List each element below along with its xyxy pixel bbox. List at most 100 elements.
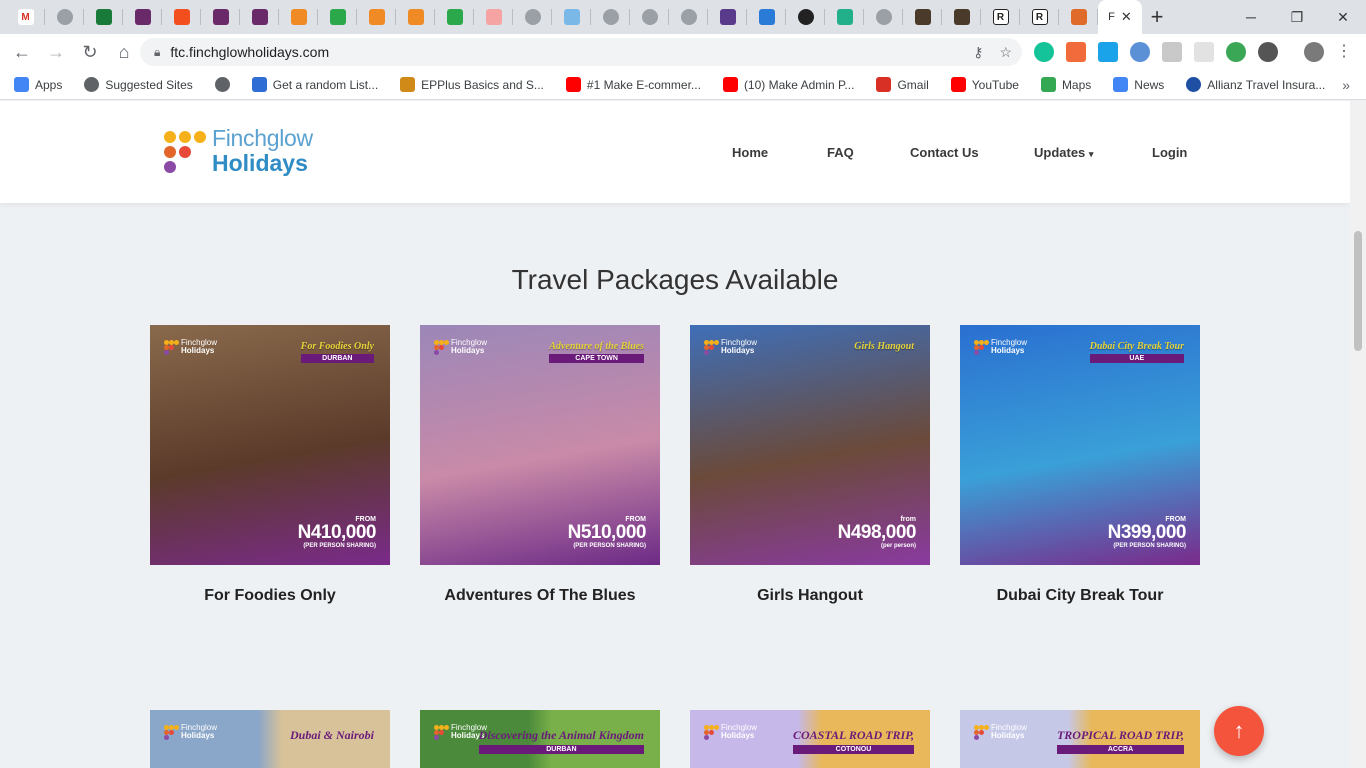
new-tab-button[interactable]: + <box>1142 0 1172 34</box>
tab[interactable] <box>942 0 981 34</box>
tab[interactable]: R <box>981 0 1020 34</box>
package-card[interactable]: Finchglow Holidays Discovering the Animal … <box>420 710 660 768</box>
bookmark-item[interactable]: #1 Make E-commer... <box>565 77 701 92</box>
minimize-icon[interactable]: ─ <box>1228 0 1274 34</box>
key-icon[interactable]: ⚷ <box>973 44 983 61</box>
grammarly-icon[interactable] <box>1034 42 1054 62</box>
recycle-icon[interactable] <box>1226 42 1246 62</box>
nav-faq[interactable]: FAQ <box>827 145 854 160</box>
close-window-icon[interactable]: ✕ <box>1320 0 1366 34</box>
address-bar[interactable]: 🔒︎ ftc.finchglowholidays.com ⚷ ☆ <box>140 38 1022 66</box>
tab[interactable] <box>474 0 513 34</box>
package-card[interactable]: Finchglow Holidays For Foodies Only DURBAN F… <box>150 325 390 604</box>
nav-updates[interactable]: Updates ▾ <box>1034 145 1093 160</box>
star-icon[interactable]: ☆ <box>999 44 1012 61</box>
bookmark-label: (10) Make Admin P... <box>743 77 855 92</box>
bookmark-item[interactable] <box>214 77 230 92</box>
tab[interactable] <box>240 0 279 34</box>
package-image[interactable]: Finchglow Holidays Discovering the Animal … <box>420 710 660 768</box>
home-icon[interactable]: ⌂ <box>108 36 140 68</box>
tab[interactable] <box>45 0 84 34</box>
package-title[interactable]: Girls Hangout <box>690 587 930 605</box>
browser-toolbar: ← → ↻ ⌂ 🔒︎ ftc.finchglowholidays.com ⚷ ☆… <box>0 34 1366 70</box>
bookmark-item[interactable]: Get a random List... <box>251 77 378 92</box>
bookmark-item[interactable]: Suggested Sites <box>84 77 193 92</box>
package-card[interactable]: Finchglow Holidays TROPICAL ROAD TRIP, ACCR… <box>960 710 1200 768</box>
tab[interactable] <box>630 0 669 34</box>
package-title[interactable]: For Foodies Only <box>150 587 390 605</box>
nav-login[interactable]: Login <box>1152 145 1187 160</box>
bookmark-item[interactable]: YouTube <box>950 77 1019 92</box>
package-image[interactable]: Finchglow Holidays Dubai & Nairobi <box>150 710 390 768</box>
tab[interactable] <box>591 0 630 34</box>
tab[interactable]: M <box>6 0 45 34</box>
tab[interactable] <box>357 0 396 34</box>
tab[interactable] <box>708 0 747 34</box>
active-tab[interactable]: F ✕ <box>1098 0 1142 34</box>
tab[interactable] <box>669 0 708 34</box>
package-image[interactable]: Finchglow Holidays Girls Hangout from N498,0… <box>690 325 930 565</box>
package-price: from N498,000 (per person) <box>837 516 917 549</box>
tab[interactable] <box>279 0 318 34</box>
tab[interactable] <box>786 0 825 34</box>
tab[interactable] <box>162 0 201 34</box>
package-image[interactable]: Finchglow Holidays Adventure of the Blues C… <box>420 325 660 565</box>
tab[interactable] <box>123 0 162 34</box>
package-title[interactable]: Adventures Of The Blues <box>420 587 660 605</box>
tab[interactable] <box>318 0 357 34</box>
package-card[interactable]: Finchglow Holidays Adventure of the Blues C… <box>420 325 660 604</box>
site-logo[interactable]: Finchglow Holidays <box>164 127 313 175</box>
tab[interactable] <box>84 0 123 34</box>
bookmark-item[interactable]: Gmail <box>876 77 929 92</box>
circle-extension-icon[interactable] <box>1258 42 1278 62</box>
forward-icon[interactable]: → <box>40 36 72 68</box>
tab[interactable] <box>201 0 240 34</box>
tab[interactable] <box>903 0 942 34</box>
avatar[interactable] <box>1304 42 1324 62</box>
restore-icon[interactable]: ❐ <box>1274 0 1320 34</box>
tab[interactable] <box>435 0 474 34</box>
bookmark-item[interactable]: Allianz Travel Insura... <box>1186 77 1325 92</box>
reload-icon[interactable]: ↻ <box>74 36 106 68</box>
package-image[interactable]: Finchglow Holidays COASTAL ROAD TRIP, COTON… <box>690 710 930 768</box>
package-card[interactable]: Finchglow Holidays Dubai City Break Tour UA… <box>960 325 1200 604</box>
scroll-thumb[interactable] <box>1354 231 1362 351</box>
tab[interactable] <box>864 0 903 34</box>
bookmark-item[interactable]: News <box>1113 77 1164 92</box>
package-title[interactable]: Dubai City Break Tour <box>960 587 1200 605</box>
package-card[interactable]: Finchglow Holidays Dubai & Nairobi <box>150 710 390 768</box>
fox-icon <box>1070 9 1087 25</box>
maps-icon <box>1040 77 1056 92</box>
office-icon[interactable] <box>1066 42 1086 62</box>
package-image[interactable]: Finchglow Holidays For Foodies Only DURBAN F… <box>150 325 390 565</box>
page-scrollbar[interactable] <box>1350 101 1366 768</box>
package-image[interactable]: Finchglow Holidays Dubai City Break Tour UA… <box>960 325 1200 565</box>
extension-icon[interactable] <box>1130 42 1150 62</box>
scroll-to-top-button[interactable]: ↑ <box>1214 706 1264 756</box>
tab[interactable] <box>396 0 435 34</box>
blank-extension-icon[interactable] <box>1194 42 1214 62</box>
bookmark-item[interactable]: Maps <box>1040 77 1091 92</box>
menu-dots-icon[interactable]: ⋮ <box>1336 42 1352 62</box>
tab[interactable] <box>1059 0 1098 34</box>
tree-icon[interactable] <box>1162 42 1182 62</box>
package-card[interactable]: Finchglow Holidays Girls Hangout from N498,0… <box>690 325 930 604</box>
package-card[interactable]: Finchglow Holidays COASTAL ROAD TRIP, COTON… <box>690 710 930 768</box>
bookmark-item[interactable]: (10) Make Admin P... <box>722 77 855 92</box>
tab[interactable] <box>825 0 864 34</box>
bookmark-item[interactable]: Apps <box>14 77 62 92</box>
package-image[interactable]: Finchglow Holidays TROPICAL ROAD TRIP, ACCR… <box>960 710 1200 768</box>
tab[interactable] <box>513 0 552 34</box>
tab[interactable]: R <box>1020 0 1059 34</box>
bookmark-label: YouTube <box>971 77 1019 92</box>
tab[interactable] <box>552 0 591 34</box>
translate-icon[interactable] <box>1098 42 1118 62</box>
bookmark-item[interactable]: EPPlus Basics and S... <box>400 77 544 92</box>
back-icon[interactable]: ← <box>6 36 38 68</box>
close-tab-icon[interactable]: ✕ <box>1121 9 1132 25</box>
nav-home[interactable]: Home <box>732 145 768 160</box>
tab[interactable] <box>747 0 786 34</box>
lock-icon[interactable]: 🔒︎ <box>154 45 160 60</box>
nav-contact-us[interactable]: Contact Us <box>910 145 979 160</box>
more-bookmarks-icon[interactable]: » <box>1342 77 1350 93</box>
